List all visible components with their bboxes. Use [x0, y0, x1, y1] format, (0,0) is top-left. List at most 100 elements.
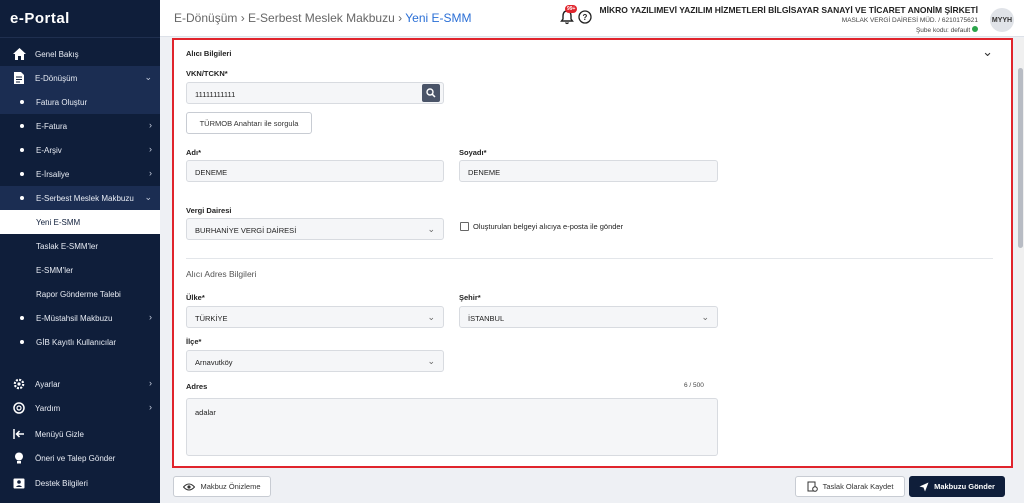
- tax-office-value: BURHANİYE VERGİ DAİRESİ: [195, 226, 297, 235]
- sidebar-item-e-fatura[interactable]: E-Fatura ›: [0, 114, 160, 138]
- section-title: Alıcı Bilgileri: [186, 49, 232, 58]
- sidebar-item-genel-bakis[interactable]: Genel Bakış: [0, 42, 160, 66]
- bullet-icon: [20, 100, 24, 104]
- sidebar-item-label: E-Serbest Meslek Makbuzu: [36, 193, 134, 203]
- sidebar-item-label: Destek Bilgileri: [35, 478, 88, 488]
- email-checkbox-label: Oluşturulan belgeyi alıcıya e-posta ile …: [473, 222, 624, 231]
- sidebar-item-label: Menüyü Gizle: [35, 429, 84, 439]
- eye-icon: [183, 483, 196, 490]
- address-char-count: 6 / 500: [684, 382, 704, 389]
- address-section-title: Alıcı Adres Bilgileri: [186, 269, 257, 279]
- sidebar-item-taslak-esmm[interactable]: Taslak E-SMM'ler: [0, 234, 160, 258]
- scrollbar-thumb[interactable]: [1018, 68, 1023, 248]
- chevron-down-icon: ⌄: [427, 224, 435, 234]
- surname-label: Soyadı*: [459, 148, 487, 157]
- preview-button-label: Makbuz Önizleme: [200, 482, 261, 491]
- branch-code-text: Şube kodu: default: [915, 27, 971, 34]
- svg-text:?: ?: [583, 13, 588, 22]
- save-draft-icon: [807, 481, 818, 492]
- save-draft-button[interactable]: Taslak Olarak Kaydet: [795, 476, 905, 497]
- district-select[interactable]: Arnavutköy ⌄: [186, 350, 444, 372]
- send-receipt-button[interactable]: Makbuzu Gönder: [909, 476, 1005, 497]
- chevron-right-icon: ›: [149, 168, 152, 178]
- tax-office-select[interactable]: BURHANİYE VERGİ DAİRESİ ⌄: [186, 218, 444, 240]
- sidebar-item-yardim[interactable]: Yardım ›: [0, 396, 160, 420]
- surname-input[interactable]: DENEME: [459, 160, 718, 182]
- sidebar-item-label: E-Arşiv: [36, 145, 62, 155]
- collapse-chevron-icon[interactable]: ⌄: [982, 44, 993, 60]
- chevron-right-icon: ›: [149, 312, 152, 322]
- sidebar-item-e-smm[interactable]: E-Serbest Meslek Makbuzu ⌄: [0, 186, 160, 210]
- sidebar-item-ayarlar[interactable]: Ayarlar ›: [0, 372, 160, 396]
- send-receipt-button-label: Makbuzu Gönder: [934, 482, 995, 491]
- sidebar-item-label: Yeni E-SMM: [36, 217, 81, 227]
- notification-badge: 99+: [565, 5, 578, 13]
- country-select[interactable]: TÜRKİYE ⌄: [186, 306, 444, 328]
- chevron-right-icon: ›: [149, 144, 152, 154]
- sidebar-item-rapor-gonderme[interactable]: Rapor Gönderme Talebi: [0, 282, 160, 306]
- country-value: TÜRKİYE: [195, 314, 228, 323]
- vkn-input[interactable]: 11111111111: [186, 82, 444, 104]
- breadcrumb-separator: ›: [398, 11, 403, 25]
- address-textarea[interactable]: adalar: [186, 398, 718, 456]
- sidebar-item-oneri[interactable]: Öneri ve Talep Gönder: [0, 446, 160, 470]
- search-button[interactable]: [422, 84, 440, 102]
- chevron-right-icon: ›: [149, 120, 152, 130]
- sidebar-item-e-donusum[interactable]: E-Dönüşüm ⌄: [0, 66, 160, 90]
- name-input[interactable]: DENEME: [186, 160, 444, 182]
- help-icon[interactable]: ?: [578, 10, 592, 29]
- chevron-down-icon: ⌄: [144, 72, 152, 82]
- sidebar-item-label: E-SMM'ler: [36, 265, 74, 275]
- lifebuoy-icon: [12, 401, 26, 415]
- bullet-icon: [20, 148, 24, 152]
- sidebar-item-label: Ayarlar: [35, 379, 61, 389]
- sidebar-item-label: Genel Bakış: [35, 49, 79, 59]
- scrollbar[interactable]: [1017, 38, 1024, 470]
- sidebar-item-yeni-esmm[interactable]: Yeni E-SMM: [0, 210, 160, 234]
- tax-office-label: Vergi Dairesi: [186, 206, 232, 215]
- document-icon: [12, 71, 26, 85]
- vkn-label: VKN/TCKN*: [186, 69, 228, 78]
- top-bar: E-Dönüşüm › E-Serbest Meslek Makbuzu › Y…: [160, 0, 1024, 37]
- search-icon: [426, 88, 436, 98]
- breadcrumb: E-Dönüşüm › E-Serbest Meslek Makbuzu › Y…: [174, 11, 472, 25]
- contact-card-icon: [12, 476, 26, 490]
- sidebar-item-esmmler[interactable]: E-SMM'ler: [0, 258, 160, 282]
- notification-bell-icon[interactable]: 99+: [560, 5, 578, 30]
- sidebar-item-destek[interactable]: Destek Bilgileri: [0, 471, 160, 495]
- bullet-icon: [20, 172, 24, 176]
- country-label: Ülke*: [186, 293, 205, 302]
- sidebar-item-fatura-olustur[interactable]: Fatura Oluştur: [0, 90, 160, 114]
- address-label: Adres: [186, 382, 208, 391]
- sidebar-item-e-arsiv[interactable]: E-Arşiv ›: [0, 138, 160, 162]
- city-select[interactable]: İSTANBUL ⌄: [459, 306, 718, 328]
- home-icon: [12, 47, 26, 61]
- bullet-icon: [20, 124, 24, 128]
- company-name: MİKRO YAZILIMEVİ YAZILIM HİZMETLERİ BİLG…: [599, 5, 978, 15]
- sidebar-item-label: Rapor Gönderme Talebi: [36, 289, 121, 299]
- chevron-right-icon: ›: [149, 402, 152, 412]
- sidebar-item-e-irsaliye[interactable]: E-İrsaliye ›: [0, 162, 160, 186]
- bullet-icon: [20, 196, 24, 200]
- sidebar-item-label: Taslak E-SMM'ler: [36, 241, 98, 251]
- bullet-icon: [20, 316, 24, 320]
- sidebar-item-e-mustahsil[interactable]: E-Müstahsil Makbuzu ›: [0, 306, 160, 330]
- email-checkbox[interactable]: [460, 222, 469, 231]
- sidebar-item-menuyu-gizle[interactable]: Menüyü Gizle: [0, 422, 160, 446]
- breadcrumb-e-smm[interactable]: E-Serbest Meslek Makbuzu: [248, 11, 395, 25]
- breadcrumb-e-donusum[interactable]: E-Dönüşüm: [174, 11, 237, 25]
- sidebar-item-gib-kayitli[interactable]: GİB Kayıtlı Kullanıcılar: [0, 330, 160, 354]
- turmob-query-button[interactable]: TÜRMOB Anahtarı ile sorgula: [186, 112, 312, 134]
- bullet-icon: [20, 340, 24, 344]
- avatar[interactable]: MYYH: [990, 8, 1014, 32]
- chevron-down-icon: ⌄: [427, 356, 435, 366]
- gear-icon: [12, 377, 26, 391]
- preview-button[interactable]: Makbuz Önizleme: [173, 476, 271, 497]
- sidebar-item-label: E-İrsaliye: [36, 169, 70, 179]
- lightbulb-icon: [12, 451, 26, 465]
- name-label: Adı*: [186, 148, 201, 157]
- chevron-down-icon: ⌄: [701, 312, 709, 322]
- sidebar-item-label: Öneri ve Talep Gönder: [35, 453, 116, 463]
- tax-office-info: MASLAK VERGİ DAİRESİ MÜD. / 6210175621: [841, 17, 978, 24]
- sidebar-item-label: E-Müstahsil Makbuzu: [36, 313, 113, 323]
